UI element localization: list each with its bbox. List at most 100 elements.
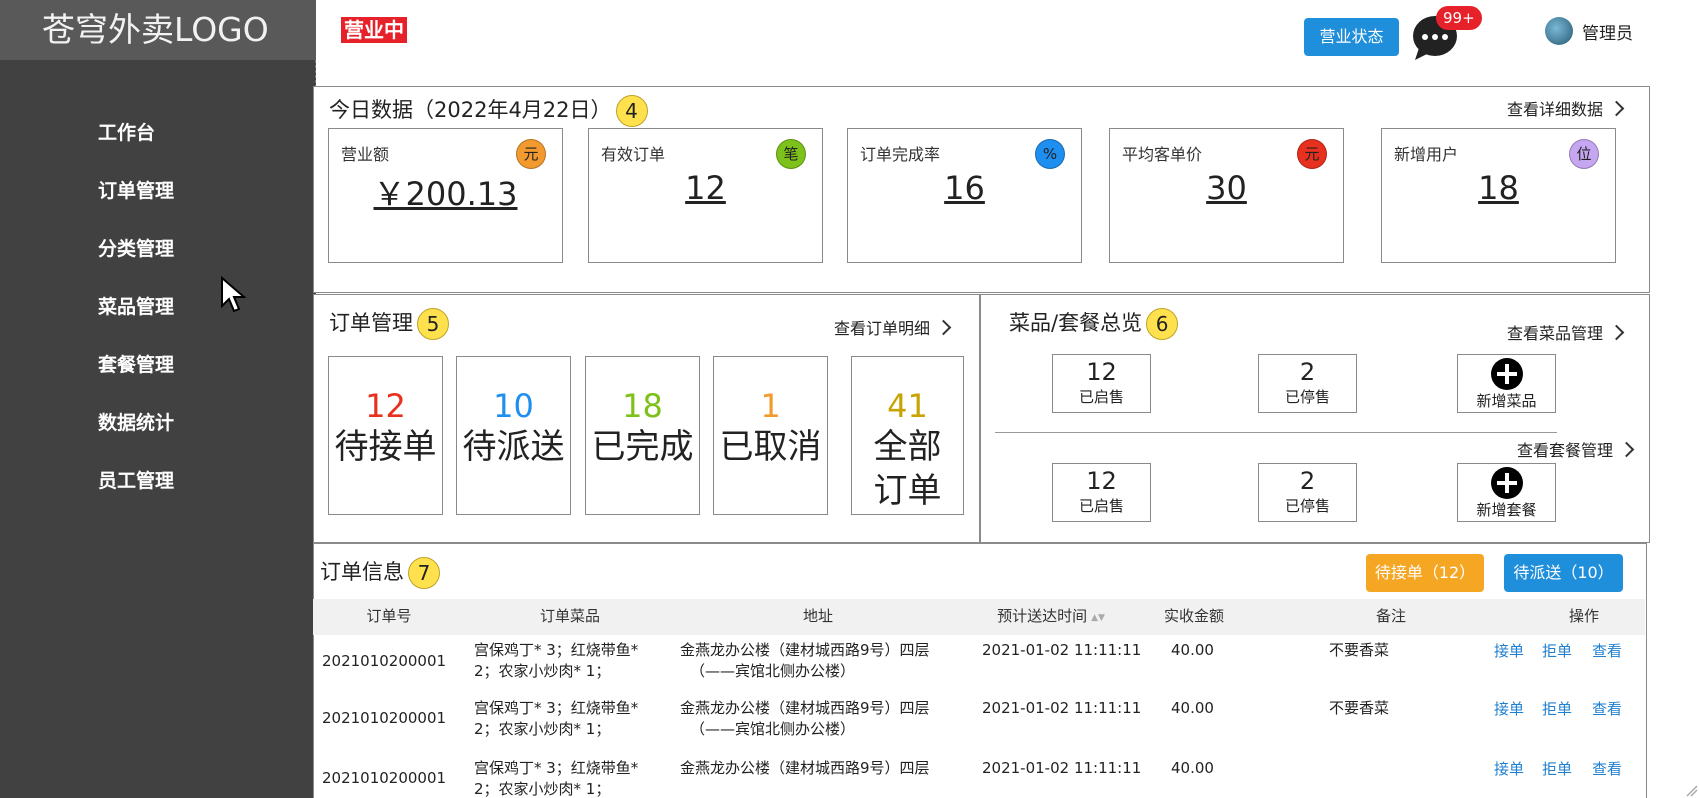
reject-order-link[interactable]: 拒单 — [1542, 698, 1572, 719]
sidebar-item-employees[interactable]: 员工管理 — [0, 460, 316, 518]
combo-on-sale-label: 已启售 — [1078, 497, 1124, 515]
order-card-pending[interactable]: 12 待接单 — [328, 356, 443, 515]
reject-order-link[interactable]: 拒单 — [1542, 758, 1572, 779]
order-address-line: （——宾馆北侧办公楼） — [690, 720, 856, 738]
order-dishes-line: 宫保鸡丁* 3；红烧带鱼* — [474, 699, 639, 717]
column-header-eta[interactable]: 预计送达时间 ▲▼ — [997, 599, 1105, 635]
chevron-right-icon — [1608, 100, 1625, 117]
chevron-right-icon — [1608, 324, 1625, 341]
view-detail-data-link[interactable]: 查看详细数据 — [1507, 96, 1625, 120]
order-info-title-text: 订单信息 — [320, 560, 404, 584]
accept-order-link[interactable]: 接单 — [1494, 758, 1524, 779]
order-count: 41 — [887, 387, 928, 425]
column-header-eta-label: 预计送达时间 — [997, 607, 1088, 625]
order-address: 金燕龙办公楼（建材城西路9号）四层 （——宾馆北侧办公楼） — [680, 640, 930, 682]
order-dishes: 宫保鸡丁* 3；红烧带鱼* 2；农家小炒肉* 1； — [474, 698, 638, 740]
order-card-to-deliver[interactable]: 10 待派送 — [456, 356, 571, 515]
avatar[interactable] — [1545, 17, 1573, 45]
order-label: 已取消 — [719, 427, 822, 467]
view-order-detail-link[interactable]: 查看订单明细 — [834, 315, 952, 339]
stat-card-new-users[interactable]: 新增用户 位 18 — [1381, 128, 1616, 263]
stat-value: 16 — [944, 169, 985, 207]
order-count-icon: 笔 — [776, 139, 806, 169]
order-amount: 40.00 — [1171, 699, 1214, 717]
overview-title: 菜品/套餐总览 6 — [1009, 307, 1179, 340]
column-header-dishes: 订单菜品 — [539, 607, 601, 625]
view-detail-data-label: 查看详细数据 — [1507, 100, 1604, 119]
stat-card-completion-rate[interactable]: 订单完成率 % 16 — [847, 128, 1082, 263]
dish-off-sale-label: 已停售 — [1284, 388, 1330, 406]
order-card-completed[interactable]: 18 已完成 — [585, 356, 700, 515]
chevron-right-icon — [1618, 441, 1635, 458]
table-row: 2021010200001 宫保鸡丁* 3；红烧带鱼* 2；农家小炒肉* 1； … — [313, 699, 1645, 762]
business-status-button[interactable]: 营业状态 — [1304, 18, 1399, 56]
sidebar-item-dishes[interactable]: 菜品管理 — [0, 286, 316, 344]
reject-order-link[interactable]: 拒单 — [1542, 640, 1572, 661]
dish-on-sale[interactable]: 12 已启售 — [1052, 354, 1151, 413]
table-header: 订单号 订单菜品 地址 预计送达时间 ▲▼ 实收金额 备注 操作 — [313, 599, 1645, 635]
sort-icon[interactable]: ▲▼ — [1091, 601, 1105, 635]
view-order-link[interactable]: 查看 — [1592, 640, 1622, 661]
order-management-title-text: 订单管理 — [329, 311, 413, 335]
stat-label: 平均客单价 — [1122, 145, 1203, 164]
sidebar-item-workbench[interactable]: 工作台 — [0, 112, 316, 170]
order-dishes-line: 2；农家小炒肉* 1； — [474, 662, 611, 680]
order-management-title: 订单管理 5 — [329, 307, 449, 340]
column-header-note: 备注 — [1375, 607, 1407, 625]
stat-card-revenue[interactable]: 营业额 元 ￥200.13 — [328, 128, 563, 263]
order-address-line: （——宾馆北侧办公楼） — [690, 662, 856, 680]
accept-order-link[interactable]: 接单 — [1494, 640, 1524, 661]
add-combo-button[interactable]: 新增套餐 — [1457, 463, 1556, 522]
add-dish-label: 新增菜品 — [1476, 392, 1537, 410]
combo-on-sale[interactable]: 12 已启售 — [1052, 463, 1151, 522]
order-label: 已完成 — [591, 427, 694, 467]
view-order-link[interactable]: 查看 — [1592, 698, 1622, 719]
order-address-line: 金燕龙办公楼（建材城西路9号）四层 — [680, 759, 930, 777]
order-dishes: 宫保鸡丁* 3；红烧带鱼* 2；农家小炒肉* 1； — [474, 758, 638, 798]
order-count: 1 — [760, 387, 781, 425]
order-id: 2021010200001 — [322, 709, 447, 727]
step-marker: 4 — [615, 95, 648, 127]
combo-off-sale[interactable]: 2 已停售 — [1258, 463, 1357, 522]
resize-handle-icon[interactable] — [1685, 780, 1699, 798]
stat-label: 有效订单 — [601, 145, 666, 164]
add-combo-label: 新增套餐 — [1476, 501, 1537, 519]
sidebar-item-combos[interactable]: 套餐管理 — [0, 344, 316, 402]
order-dishes-line: 宫保鸡丁* 3；红烧带鱼* — [474, 641, 639, 659]
order-count: 10 — [493, 387, 534, 425]
stat-card-valid-orders[interactable]: 有效订单 笔 12 — [588, 128, 823, 263]
pending-orders-button[interactable]: 待接单（12） — [1366, 554, 1484, 592]
order-card-cancelled[interactable]: 1 已取消 — [713, 356, 828, 515]
order-label: 待派送 — [462, 427, 565, 467]
dish-off-sale[interactable]: 2 已停售 — [1258, 354, 1357, 413]
order-eta: 2021-01-02 11:11:11 — [982, 699, 1142, 717]
sidebar-item-categories[interactable]: 分类管理 — [0, 228, 316, 286]
sidebar-item-orders[interactable]: 订单管理 — [0, 170, 316, 228]
chevron-right-icon — [935, 319, 952, 336]
view-combo-management-label: 查看套餐管理 — [1517, 441, 1614, 460]
add-dish-button[interactable]: 新增菜品 — [1457, 354, 1556, 413]
accept-order-link[interactable]: 接单 — [1494, 698, 1524, 719]
sidebar-item-statistics[interactable]: 数据统计 — [0, 402, 316, 460]
to-deliver-orders-button[interactable]: 待派送（10） — [1504, 554, 1623, 592]
plus-icon — [1490, 467, 1523, 499]
user-count-icon: 位 — [1569, 139, 1599, 169]
view-order-detail-label: 查看订单明细 — [834, 319, 931, 338]
mouse-cursor-icon — [221, 276, 246, 313]
order-id: 2021010200001 — [322, 769, 447, 787]
order-amount: 40.00 — [1171, 759, 1214, 777]
combo-off-sale-label: 已停售 — [1284, 497, 1330, 515]
view-order-link[interactable]: 查看 — [1592, 758, 1622, 779]
combo-on-sale-count: 12 — [1086, 467, 1117, 495]
dish-on-sale-label: 已启售 — [1078, 388, 1124, 406]
view-dish-management-link[interactable]: 查看菜品管理 — [1507, 320, 1625, 344]
stat-card-avg-price[interactable]: 平均客单价 元 30 — [1109, 128, 1344, 263]
order-count: 18 — [622, 387, 663, 425]
dish-off-sale-count: 2 — [1299, 358, 1316, 386]
view-combo-management-link[interactable]: 查看套餐管理 — [1517, 437, 1635, 461]
order-card-all[interactable]: 41 全部订单 — [851, 356, 964, 515]
user-name[interactable]: 管理员 — [1582, 19, 1633, 44]
yuan-icon: 元 — [1297, 139, 1327, 169]
order-eta: 2021-01-02 11:11:11 — [982, 759, 1142, 777]
today-data-title-text: 今日数据（2022年4月22日） — [329, 98, 612, 122]
